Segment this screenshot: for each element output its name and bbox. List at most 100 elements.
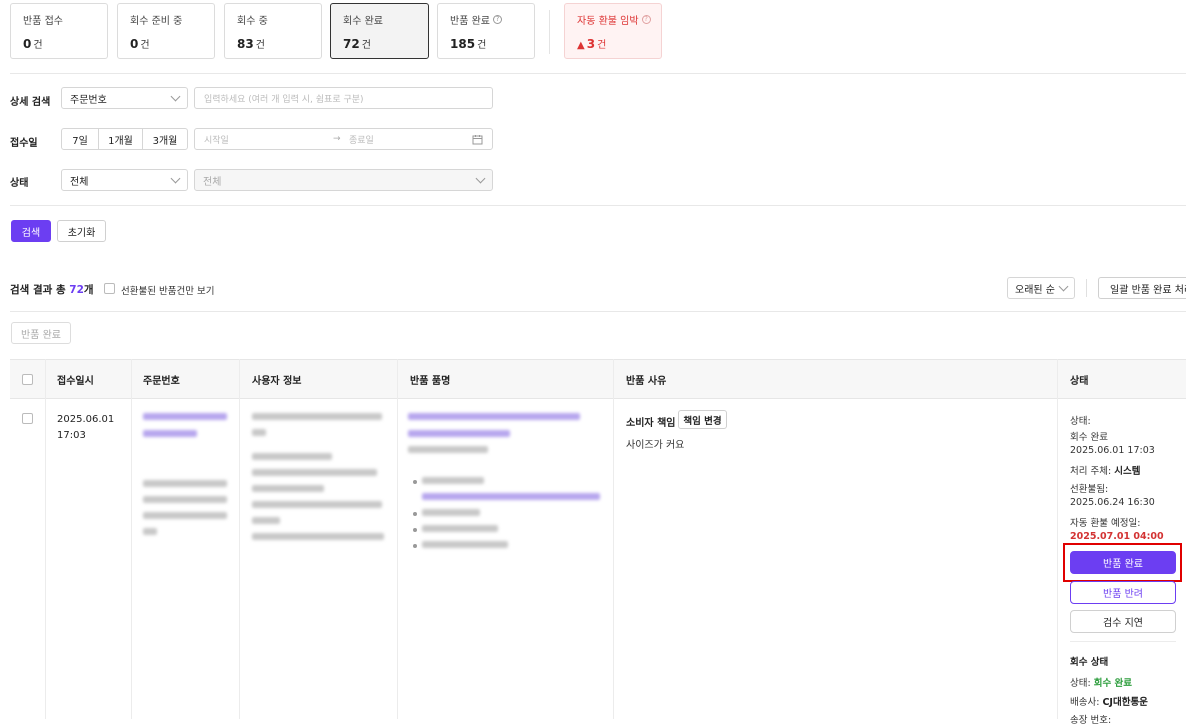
header-product-name: 반품 품명	[410, 376, 451, 387]
start-date-placeholder: 시작일	[204, 135, 229, 146]
card-divider	[549, 10, 550, 54]
prerefund-time: 2025.06.24 16:30	[1070, 497, 1155, 508]
warning-triangle-icon: ▲	[577, 40, 585, 51]
return-complete-button[interactable]: 반품 완료	[1070, 551, 1176, 574]
pickup-status-label: 상태:	[1070, 678, 1091, 689]
column-divider	[1057, 359, 1058, 719]
auto-refund-label: 자동 환불 예정일:	[1070, 518, 1141, 529]
pickup-status: 상태: 회수 완료	[1070, 675, 1132, 689]
chevron-down-icon	[475, 173, 486, 183]
return-complete-button-disabled[interactable]: 반품 완료	[11, 322, 71, 344]
card-count: 72	[343, 37, 360, 51]
reset-button[interactable]: 초기화	[57, 220, 106, 242]
status-label: 상태	[10, 178, 29, 189]
header-return-reason: 반품 사유	[626, 376, 667, 387]
detail-search-select[interactable]: 주문번호	[61, 87, 188, 109]
handler-value: 시스템	[1114, 466, 1141, 477]
chevron-down-icon	[170, 91, 181, 101]
select-all-checkbox[interactable]	[22, 374, 33, 385]
card-unit: 건	[255, 40, 265, 51]
detail-search-label: 상세 검색	[10, 97, 51, 108]
header-user-info: 사용자 정보	[252, 376, 302, 387]
arrow-right-icon: →	[333, 134, 341, 144]
select-value: 오래된 순	[1015, 284, 1055, 296]
card-label: 회수 준비 중	[130, 16, 183, 27]
column-divider	[397, 359, 398, 719]
result-count: 검색 결과 총 72개	[10, 282, 94, 297]
status-sub-select[interactable]: 전체	[194, 169, 493, 191]
header-received-at: 접수일시	[57, 376, 94, 387]
sort-select[interactable]: 오래된 순	[1007, 277, 1075, 299]
change-responsibility-button[interactable]: 책임 변경	[678, 410, 727, 429]
prerefund-only-label[interactable]: 선환불된 반품건만 보기	[121, 283, 214, 297]
reason-text: 사이즈가 커요	[626, 440, 685, 451]
date-range-7d[interactable]: 7일	[61, 128, 99, 150]
result-prefix: 검색 결과 총	[10, 284, 70, 296]
toolbar-divider	[1086, 279, 1087, 297]
status-label: 상태:	[1070, 416, 1091, 427]
carrier-label: 배송사:	[1070, 697, 1100, 708]
card-label: 회수 완료	[343, 16, 383, 27]
status-select[interactable]: 전체	[61, 169, 188, 191]
select-value: 전체	[203, 176, 222, 188]
detail-search-input[interactable]: 입력하세요 (여러 개 입력 시, 쉼표로 구분)	[194, 87, 493, 109]
result-suffix: 개	[83, 284, 94, 296]
row-checkbox[interactable]	[22, 413, 33, 424]
card-unit: 건	[597, 40, 607, 51]
prerefund-only-checkbox[interactable]	[104, 283, 115, 294]
card-count: 3	[586, 37, 596, 51]
summary-card-picking-up[interactable]: 회수 중 83 건	[224, 3, 322, 59]
divider	[10, 205, 1186, 206]
card-unit: 건	[33, 40, 43, 51]
chevron-down-icon	[170, 173, 181, 183]
bulk-complete-button[interactable]: 일괄 반품 완료 처리	[1098, 277, 1186, 299]
reason-type: 소비자 책임	[626, 418, 676, 429]
summary-card-return-received[interactable]: 반품 접수 0건	[10, 3, 108, 59]
header-status: 상태	[1070, 376, 1089, 387]
tracking-label: 송장 번호:	[1070, 715, 1112, 726]
chevron-down-icon	[1058, 281, 1069, 291]
select-value: 전체	[70, 176, 89, 188]
date-range-picker[interactable]: 시작일 → 종료일	[194, 128, 493, 150]
row-received-at: 2025.06.01 17:03	[57, 412, 114, 444]
help-icon[interactable]: ?	[641, 15, 651, 24]
card-unit: 건	[361, 40, 371, 51]
card-count: 0	[130, 37, 139, 51]
date-range-1m[interactable]: 1개월	[98, 128, 143, 150]
divider	[10, 73, 1186, 74]
summary-card-pickup-preparing[interactable]: 회수 준비 중 0건	[117, 3, 215, 59]
card-count: 83	[237, 37, 254, 51]
select-value: 주문번호	[70, 94, 107, 106]
search-button[interactable]: 검색	[11, 220, 51, 242]
card-label: 반품 완료	[450, 16, 490, 27]
help-icon[interactable]: ?	[492, 15, 502, 24]
inspection-delay-button[interactable]: 검수 지연	[1070, 610, 1176, 633]
card-label: 자동 환불 임박	[577, 16, 639, 27]
table-header	[10, 359, 1186, 399]
card-label: 반품 접수	[23, 16, 63, 27]
pickup-status-value: 회수 완료	[1093, 678, 1132, 689]
carrier-value: CJ대한통운	[1102, 697, 1148, 708]
summary-card-auto-refund-imminent[interactable]: 자동 환불 임박? ▲ 3 건	[564, 3, 662, 59]
card-count: 185	[450, 37, 476, 51]
summary-card-pickup-complete[interactable]: 회수 완료 72 건	[330, 3, 429, 59]
divider	[1070, 641, 1176, 642]
handler-info: 처리 주체: 시스템	[1070, 463, 1140, 477]
result-number: 72	[69, 284, 84, 296]
prerefund-label: 선환불됨:	[1070, 484, 1109, 495]
divider	[10, 311, 1186, 312]
carrier-info: 배송사: CJ대한통운	[1070, 694, 1148, 708]
header-order-number: 주문번호	[143, 376, 180, 387]
pickup-status-title: 회수 상태	[1070, 657, 1109, 668]
auto-refund-date: 2025.07.01 04:00	[1070, 531, 1164, 542]
row-time: 17:03	[57, 430, 86, 441]
return-reject-button[interactable]: 반품 반려	[1070, 581, 1176, 604]
summary-card-return-complete[interactable]: 반품 완료? 185 건	[437, 3, 535, 59]
column-divider	[239, 359, 240, 719]
date-range-3m[interactable]: 3개월	[142, 128, 188, 150]
status-time: 2025.06.01 17:03	[1070, 445, 1155, 456]
card-unit: 건	[140, 40, 150, 51]
column-divider	[131, 359, 132, 719]
handler-label: 처리 주체:	[1070, 466, 1112, 477]
calendar-icon	[472, 135, 483, 145]
